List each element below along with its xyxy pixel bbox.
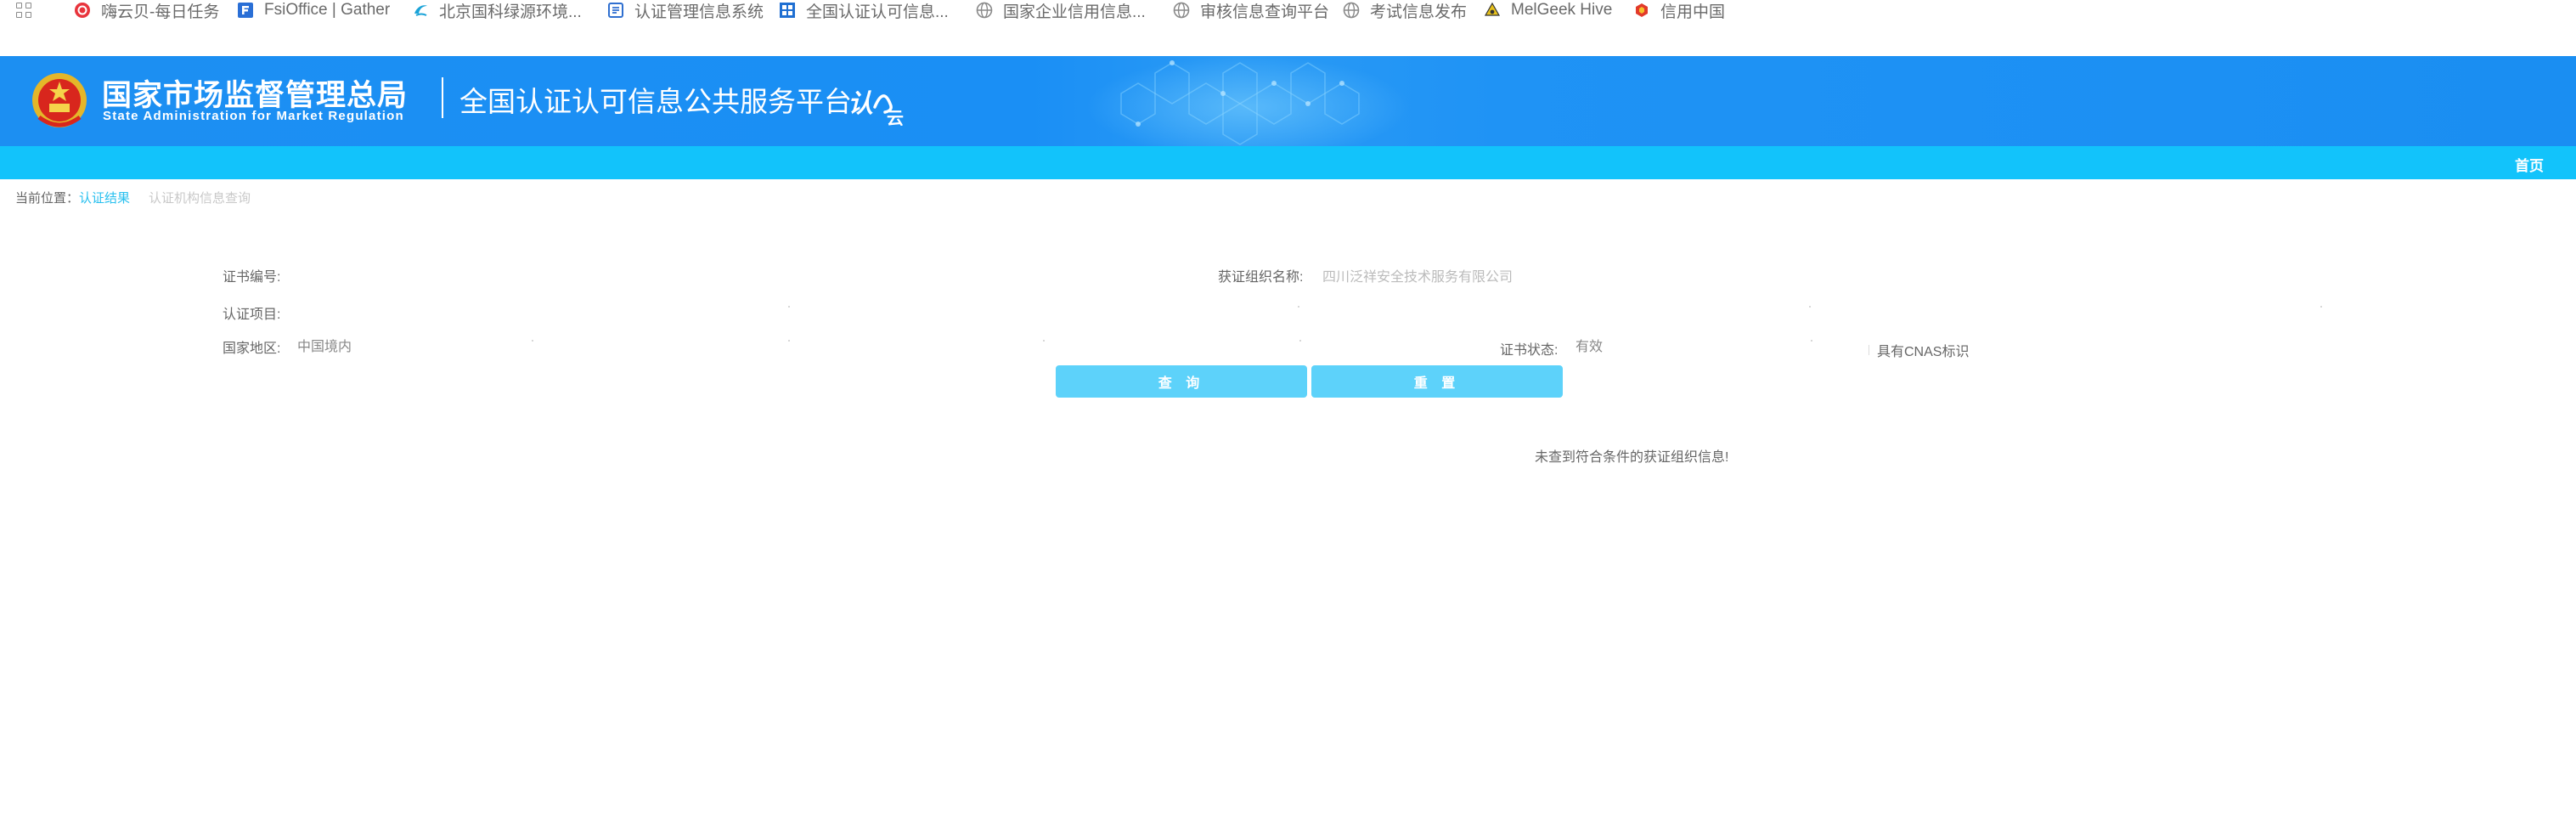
guoke-icon [412,2,429,19]
breadcrumb-prefix: 当前位置： [15,191,80,206]
apps-grid-icon[interactable] [16,3,33,20]
section-title: 组织列表(点击查看证书信息) [10,415,172,431]
bookmark-guoke[interactable]: 北京国科绿源环境... [412,0,582,21]
bookmark-audit-query[interactable]: 审核信息查询平台 [1173,0,1330,21]
renyun-logo: 认 云 [848,89,904,126]
logo-char-ren: 认 [848,89,873,119]
breadcrumb: 当前位置：认证结果 认证机构信息查询 [15,189,251,206]
cert-no-label: 证书编号: [223,270,281,285]
cert-no-input[interactable] [289,265,1019,282]
bookmark-label: 认证管理信息系统 [634,3,764,21]
hexagon-network-decoration [1087,56,1410,146]
bookmark-cert-system[interactable]: 认证管理信息系统 [607,0,764,21]
divider-dot [1811,340,1812,342]
credit-china-icon [1633,2,1650,19]
divider-dot [788,306,790,308]
section-org-list: 组织列表(点击查看证书信息) [0,408,209,437]
bookmark-hiyun[interactable]: 嗨云贝-每日任务 [74,0,220,21]
globe-icon [1343,2,1360,19]
bookmark-credit-china[interactable]: 信用中国 [1633,0,1726,21]
org-name-input[interactable]: 四川泛祥安全技术服务有限公司 [1322,265,1513,285]
region-label: 国家地区: [223,342,281,356]
section-cert-list: 证书列表(点击查看详细信息) [0,469,209,498]
breadcrumb-link-cert-results[interactable]: 认证结果 [79,191,130,206]
divider-dot [1809,306,1811,308]
divider-dot [2320,306,2322,308]
bookmarks-bar: 嗨云贝-每日任务 FsiOffice | Gather 北京国科绿源环境... … [0,0,2576,21]
bookmark-label: 审核信息查询平台 [1200,3,1330,21]
bookmark-enterprise-credit[interactable]: 国家企业信用信息... [976,0,1146,21]
section-title: 证书列表(点击查看详细信息) [10,477,172,492]
divider-dot [1299,340,1301,342]
nav-home-link[interactable]: 首页 [2515,154,2544,175]
bookmark-exam-info[interactable]: 考试信息发布 [1343,0,1468,21]
platform-title: 全国认证认可信息公共服务平台 [459,86,852,117]
bookmark-label: 考试信息发布 [1370,3,1468,21]
cert-project-label: 认证项目: [223,308,281,322]
national-emblem-icon [32,73,87,127]
hiyun-icon [74,2,91,19]
query-button[interactable]: 查 询 [1056,365,1307,398]
section-query-conditions: 查询条件 [0,219,92,248]
fsioffice-icon [237,2,254,19]
bookmark-label: 全国认证认可信息... [806,3,949,21]
main-navbar: 首页 [0,146,2576,179]
cert-status-select[interactable]: 有效 [1575,335,1603,355]
bookmark-melgeek[interactable]: MelGeek Hive [1484,0,1612,20]
reset-button[interactable]: 重 置 [1311,365,1563,398]
header-divider [442,77,443,118]
cert-system-icon [607,2,624,19]
bookmark-label: FsiOffice | Gather [264,1,391,19]
globe-icon [976,2,993,19]
cert-project-selector[interactable] [289,297,2344,319]
bookmark-label: 北京国科绿源环境... [439,3,582,21]
divider-dot [532,340,533,342]
globe-icon [1173,2,1190,19]
divider-dot [1043,340,1045,342]
region-select[interactable]: 中国境内 [297,335,352,355]
org-name-label: 获证组织名称: [1218,270,1304,285]
breadcrumb-current: 认证机构信息查询 [149,191,251,206]
divider-dot [788,340,790,342]
bookmark-label: 国家企业信用信息... [1003,3,1146,21]
melgeek-icon [1484,2,1501,19]
bookmark-label: 信用中国 [1660,3,1726,21]
logo-char-yun: 云 [887,108,904,126]
divider-dot [1298,306,1299,308]
cnca-icon [779,2,796,19]
bookmark-cnca[interactable]: 全国认证认可信息... [779,0,949,21]
cnas-label: 具有CNAS标识 [1877,345,1970,359]
cert-status-label: 证书状态: [1500,343,1559,358]
no-results-message: 未查到符合条件的获证组织信息! [1535,450,1729,465]
section-title: 查询条件 [10,227,62,242]
bookmark-label: 嗨云贝-每日任务 [101,3,220,21]
org-name-en: State Administration for Market Regulati… [103,109,404,123]
bookmark-fsioffice[interactable]: FsiOffice | Gather [237,0,390,20]
checkbox-box [1869,345,1874,355]
bookmark-label: MelGeek Hive [1511,1,1613,19]
cnas-checkbox[interactable]: 具有CNAS标识 [1869,340,1969,360]
